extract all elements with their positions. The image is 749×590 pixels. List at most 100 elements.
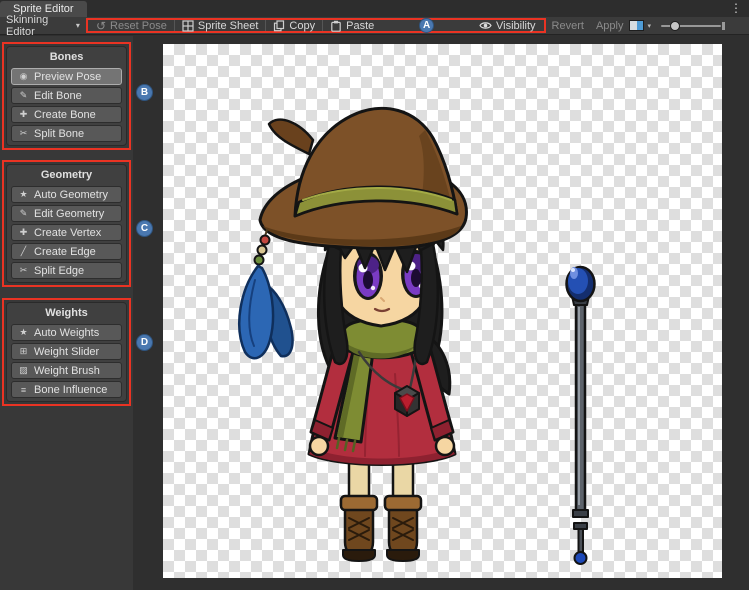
tool-sidebar: Bones ◉ Preview Pose ✎ Edit Bone ✚ Creat… <box>0 36 133 590</box>
create-bone-label: Create Bone <box>34 109 96 121</box>
toolbar-spacer: A <box>380 18 473 33</box>
callout-a-letter: A <box>423 20 430 31</box>
auto-geometry-icon: ★ <box>17 189 30 200</box>
paste-label: Paste <box>346 20 374 32</box>
paste-button[interactable]: Paste <box>324 20 380 31</box>
overlay-swatch-icon <box>629 20 644 31</box>
auto-geometry-label: Auto Geometry <box>34 189 108 201</box>
create-vertex-button[interactable]: ✚ Create Vertex <box>11 224 122 241</box>
weights-panel: Weights ★ Auto Weights ⊞ Weight Slider ▨… <box>6 302 127 402</box>
eye-icon <box>479 20 492 31</box>
skinning-editor-dropdown[interactable]: Skinning Editor ▾ <box>0 17 86 34</box>
sprite-sheet-grid-icon <box>182 20 194 32</box>
kebab-menu-icon[interactable]: ⋮ <box>730 1 742 16</box>
slider-knob[interactable] <box>670 21 680 31</box>
slider-end-tick <box>722 22 725 30</box>
create-vertex-label: Create Vertex <box>34 227 101 239</box>
overlay-caret-icon: ▾ <box>647 22 651 30</box>
toolbar-separator <box>265 20 266 31</box>
sprite-sheet-label: Sprite Sheet <box>198 20 259 32</box>
main-area: Bones ◉ Preview Pose ✎ Edit Bone ✚ Creat… <box>0 36 749 590</box>
revert-label: Revert <box>552 20 584 32</box>
split-bone-label: Split Bone <box>34 128 84 140</box>
boot-right <box>385 496 421 561</box>
annotation-box-c: Geometry ★ Auto Geometry ✎ Edit Geometry… <box>2 160 131 287</box>
auto-weights-label: Auto Weights <box>34 327 99 339</box>
callout-b-letter: B <box>141 87 148 98</box>
reset-pose-button[interactable]: ↺ Reset Pose <box>90 20 173 31</box>
copy-button[interactable]: Copy <box>267 20 321 31</box>
weight-slider-button[interactable]: ⊞ Weight Slider <box>11 343 122 360</box>
opacity-slider[interactable] <box>661 19 721 33</box>
preview-pose-label: Preview Pose <box>34 71 101 83</box>
auto-weights-button[interactable]: ★ Auto Weights <box>11 324 122 341</box>
weight-slider-label: Weight Slider <box>34 346 99 358</box>
toolbar-separator <box>322 20 323 31</box>
canvas-viewport <box>133 36 749 590</box>
revert-button[interactable]: Revert <box>546 17 590 34</box>
bones-panel-title: Bones <box>11 51 122 63</box>
skinning-toolbar: Skinning Editor ▾ ↺ Reset Pose Sprite Sh… <box>0 17 749 35</box>
bones-panel: Bones ◉ Preview Pose ✎ Edit Bone ✚ Creat… <box>6 46 127 146</box>
geometry-panel: Geometry ★ Auto Geometry ✎ Edit Geometry… <box>6 164 127 283</box>
paste-icon <box>330 20 342 32</box>
bone-influence-button[interactable]: ≡ Bone Influence <box>11 381 122 398</box>
bone-influence-label: Bone Influence <box>34 384 107 396</box>
weight-slider-icon: ⊞ <box>17 346 30 357</box>
visibility-label: Visibility <box>496 20 536 32</box>
weight-brush-label: Weight Brush <box>34 365 100 377</box>
annotation-box-a: ↺ Reset Pose Sprite Sheet Co <box>86 18 546 33</box>
auto-weights-icon: ★ <box>17 327 30 338</box>
split-bone-button[interactable]: ✂ Split Bone <box>11 125 122 142</box>
create-bone-button[interactable]: ✚ Create Bone <box>11 106 122 123</box>
callout-d-letter: D <box>141 337 148 348</box>
split-edge-icon: ✂ <box>17 265 30 276</box>
create-bone-icon: ✚ <box>17 109 30 120</box>
visibility-button[interactable]: Visibility <box>473 20 542 31</box>
edit-bone-label: Edit Bone <box>34 90 82 102</box>
apply-label: Apply <box>596 20 624 32</box>
annotation-box-b: Bones ◉ Preview Pose ✎ Edit Bone ✚ Creat… <box>2 42 131 150</box>
sprite-editor-window: Sprite Editor ⋮ Skinning Editor ▾ ↺ Rese… <box>0 0 749 590</box>
feather-charm <box>239 230 292 358</box>
edit-geometry-label: Edit Geometry <box>34 208 104 220</box>
overlay-color-toggle[interactable]: ▾ <box>629 20 651 31</box>
annotation-box-d: Weights ★ Auto Weights ⊞ Weight Slider ▨… <box>2 298 131 406</box>
window-header: Sprite Editor ⋮ <box>0 0 749 17</box>
callout-b: B <box>136 84 153 101</box>
boot-left <box>341 496 377 561</box>
edit-geometry-icon: ✎ <box>17 208 30 219</box>
edit-bone-icon: ✎ <box>17 90 30 101</box>
callout-c-letter: C <box>141 223 148 234</box>
toolbar-separator <box>174 20 175 31</box>
bone-influence-icon: ≡ <box>17 385 30 395</box>
callout-d: D <box>136 334 153 351</box>
apply-button[interactable]: Apply <box>590 17 630 34</box>
callout-c: C <box>136 220 153 237</box>
preview-pose-button[interactable]: ◉ Preview Pose <box>11 68 122 85</box>
sprite-sheet-button[interactable]: Sprite Sheet <box>176 20 265 31</box>
copy-label: Copy <box>289 20 315 32</box>
weight-brush-button[interactable]: ▨ Weight Brush <box>11 362 122 379</box>
create-edge-icon: ╱ <box>17 246 30 257</box>
auto-geometry-button[interactable]: ★ Auto Geometry <box>11 186 122 203</box>
create-edge-button[interactable]: ╱ Create Edge <box>11 243 122 260</box>
split-bone-icon: ✂ <box>17 128 30 139</box>
character-sprite <box>163 44 722 578</box>
skinning-editor-label: Skinning Editor <box>6 14 71 38</box>
hat <box>260 108 466 248</box>
staff-sprite <box>567 267 595 564</box>
create-vertex-icon: ✚ <box>17 227 30 238</box>
weights-panel-title: Weights <box>11 307 122 319</box>
callout-a: A <box>419 18 434 33</box>
edit-geometry-button[interactable]: ✎ Edit Geometry <box>11 205 122 222</box>
edit-bone-button[interactable]: ✎ Edit Bone <box>11 87 122 104</box>
geometry-panel-title: Geometry <box>11 169 122 181</box>
chevron-down-icon: ▾ <box>76 21 80 30</box>
create-edge-label: Create Edge <box>34 246 96 258</box>
reset-pose-icon: ↺ <box>96 20 106 32</box>
sprite-canvas[interactable] <box>163 44 722 578</box>
split-edge-label: Split Edge <box>34 265 84 277</box>
split-edge-button[interactable]: ✂ Split Edge <box>11 262 122 279</box>
preview-pose-icon: ◉ <box>17 71 30 82</box>
